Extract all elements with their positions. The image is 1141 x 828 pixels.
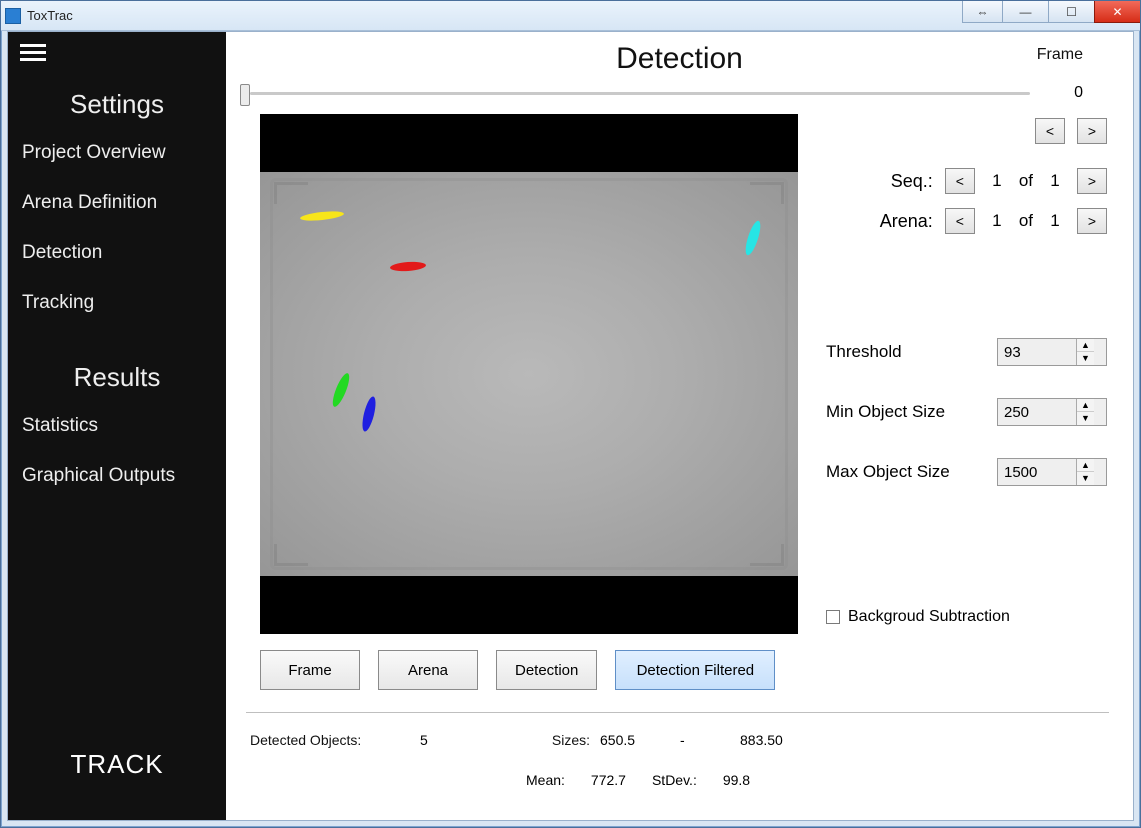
stats-row: Detected Objects: 5 Sizes: 650.5 - 883.5… [250,732,1109,748]
tab-arena[interactable]: Arena [378,650,478,690]
spin-up-icon[interactable]: ▲ [1077,399,1094,412]
max-size-input[interactable] [998,464,1076,481]
bg-subtraction-row[interactable]: Backgroud Subtraction [826,608,1010,626]
arena-next-button[interactable]: > [1077,208,1107,234]
track-button[interactable]: TRACK [8,721,226,820]
frame-value: 0 [1074,84,1083,102]
spin-up-icon[interactable]: ▲ [1077,339,1094,352]
arena-total: 1 [1045,211,1065,231]
frame-label: Frame [1037,46,1083,64]
app-icon [5,8,21,24]
min-size-input[interactable] [998,404,1076,421]
spin-up-icon[interactable]: ▲ [1077,459,1094,472]
frame-next-button[interactable]: > [1077,118,1107,144]
frame-nav: < > [1035,118,1107,144]
sidebar-item-project-overview[interactable]: Project Overview [8,128,226,178]
sidebar-item-tracking[interactable]: Tracking [8,278,226,328]
seq-next-button[interactable]: > [1077,168,1107,194]
seq-current: 1 [987,171,1007,191]
arena-label: Arena: [877,211,933,232]
view-tabs: Frame Arena Detection Detection Filtered [260,650,775,690]
min-size-stepper[interactable]: ▲▼ [997,398,1107,426]
detection-params: Threshold ▲▼ Min Object Size ▲▼ Max Obje… [826,338,1107,518]
slider-thumb[interactable] [240,84,250,106]
slider-track [250,92,1030,95]
sidebar: Settings Project Overview Arena Definiti… [8,32,226,820]
detected-objects-value: 5 [420,732,480,748]
seq-label: Seq.: [877,171,933,192]
stdev-label: StDev.: [652,772,697,788]
divider [246,712,1109,713]
sizes-max: 883.50 [740,732,800,748]
tab-frame[interactable]: Frame [260,650,360,690]
seq-nav: Seq.: < 1 of 1 > [877,168,1107,194]
sidebar-item-detection[interactable]: Detection [8,228,226,278]
titlebar[interactable]: ToxTrac ⇔ — ☐ ✕ [1,1,1140,31]
frame-prev-button[interactable]: < [1035,118,1065,144]
window-controls: ⇔ — ☐ ✕ [962,1,1140,23]
frame-slider[interactable] [240,84,1030,106]
sidebar-item-graphical-outputs[interactable]: Graphical Outputs [8,451,226,501]
sizes-dash: - [680,732,740,748]
sidebar-item-arena-definition[interactable]: Arena Definition [8,178,226,228]
max-size-stepper[interactable]: ▲▼ [997,458,1107,486]
stats-row-2: Mean: 772.7 StDev.: 99.8 [526,772,750,788]
threshold-stepper[interactable]: ▲▼ [997,338,1107,366]
sidebar-item-statistics[interactable]: Statistics [8,401,226,451]
stdev-value: 99.8 [723,772,750,788]
spin-down-icon[interactable]: ▼ [1077,352,1094,365]
client-area: Settings Project Overview Arena Definiti… [7,31,1134,821]
mean-value: 772.7 [591,772,626,788]
tab-detection[interactable]: Detection [496,650,597,690]
restore-alt-button[interactable]: ⇔ [962,1,1002,23]
arena-of: of [1019,211,1033,231]
threshold-input[interactable] [998,344,1076,361]
corner-marker [274,544,308,566]
corner-marker [750,182,784,204]
sizes-min: 650.5 [600,732,680,748]
bg-subtraction-label: Backgroud Subtraction [848,608,1010,626]
seq-of: of [1019,171,1033,191]
minimize-button[interactable]: — [1002,1,1048,23]
app-title: ToxTrac [27,8,73,23]
min-size-label: Min Object Size [826,402,997,422]
main-panel: Detection Frame 0 < > Seq.: < 1 of 1 > A… [226,32,1133,820]
arena-prev-button[interactable]: < [945,208,975,234]
spin-down-icon[interactable]: ▼ [1077,412,1094,425]
seq-prev-button[interactable]: < [945,168,975,194]
tab-detection-filtered[interactable]: Detection Filtered [615,650,775,690]
seq-total: 1 [1045,171,1065,191]
mean-label: Mean: [526,772,565,788]
arena-image [260,172,798,576]
maximize-button[interactable]: ☐ [1048,1,1094,23]
spin-down-icon[interactable]: ▼ [1077,472,1094,485]
corner-marker [750,544,784,566]
close-button[interactable]: ✕ [1094,1,1140,23]
arena-current: 1 [987,211,1007,231]
page-title: Detection [226,42,1133,76]
sidebar-header-settings: Settings [8,73,226,128]
sizes-label: Sizes: [480,732,600,748]
corner-marker [274,182,308,204]
video-viewer [260,114,798,634]
menu-icon[interactable] [8,32,226,73]
app-window: ToxTrac ⇔ — ☐ ✕ Settings Project Overvie… [0,0,1141,828]
arena-nav: Arena: < 1 of 1 > [877,208,1107,234]
max-size-label: Max Object Size [826,462,997,482]
threshold-label: Threshold [826,342,997,362]
sidebar-header-results: Results [8,328,226,401]
bg-subtraction-checkbox[interactable] [826,610,840,624]
detected-objects-label: Detected Objects: [250,732,420,748]
